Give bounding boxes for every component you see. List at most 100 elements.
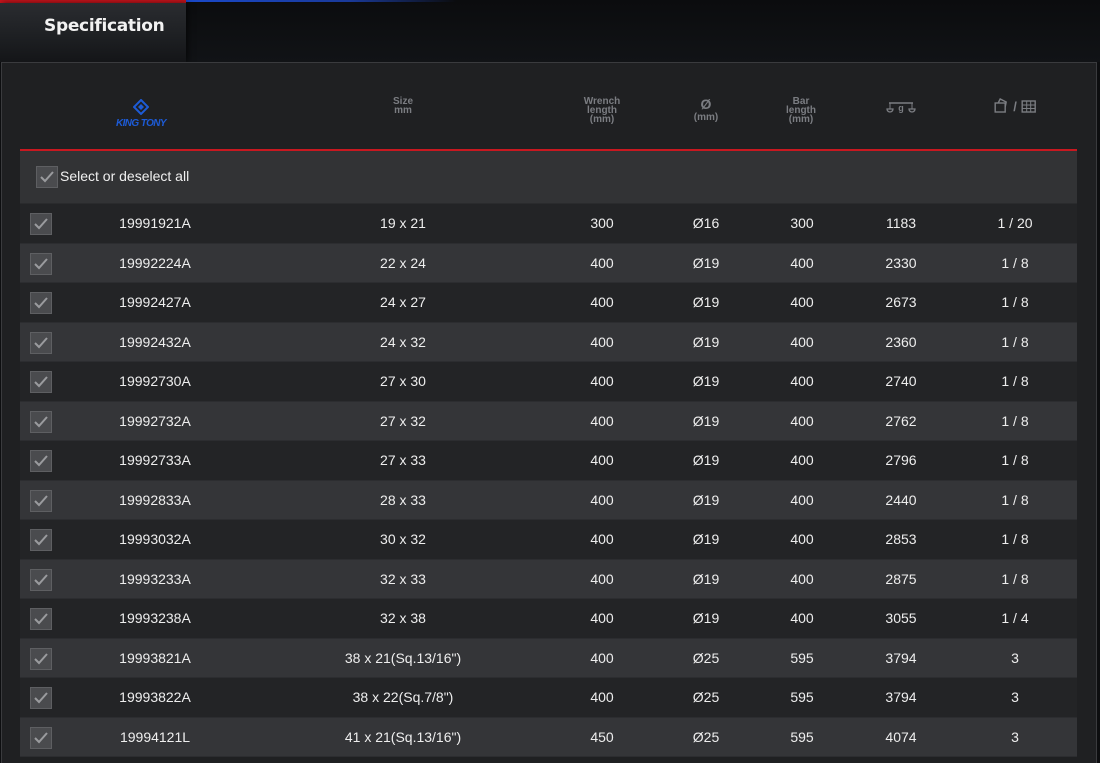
king-tony-logo-icon	[132, 98, 150, 116]
cell-wrench-length: 300	[590, 215, 614, 231]
cell-wrench-length: 400	[590, 610, 614, 626]
cell-size: 24 x 27	[380, 294, 426, 310]
cell-wrench-length: 400	[590, 570, 614, 587]
scale-icon: g	[886, 102, 916, 113]
cell-diameter: Ø19	[692, 452, 720, 468]
cell-size: 24 x 32	[380, 333, 426, 350]
check-icon	[34, 494, 48, 506]
cell-weight: 2740	[885, 373, 917, 389]
row-checkbox[interactable]	[30, 410, 52, 433]
table-row: 19992224A 22 x 24 400 Ø19 400 2330 1 / 8	[20, 243, 1077, 283]
row-checkbox[interactable]	[30, 608, 52, 630]
cell-pack: 3	[1011, 689, 1019, 705]
cell-weight: 3794	[885, 649, 917, 666]
brand-name: KING TONY	[116, 118, 167, 129]
cell-pack: 1 / 8	[1001, 254, 1029, 271]
cell-product-code: 19993821A	[119, 649, 191, 666]
cell-size: 38 x 22(Sq.7/8")	[352, 689, 454, 705]
top-bar: Specification	[0, 0, 1100, 62]
cell-product-code: 19992733A	[119, 452, 191, 468]
cell-weight: 2673	[885, 294, 917, 310]
cell-weight: 2440	[885, 491, 917, 508]
cell-weight: 2796	[885, 452, 917, 468]
cell-weight: 2762	[885, 412, 917, 429]
cell-bar-length: 400	[790, 491, 814, 508]
row-checkbox[interactable]	[30, 213, 52, 235]
cell-diameter: Ø19	[692, 333, 720, 350]
cell-weight: 2853	[885, 531, 917, 547]
row-checkbox[interactable]	[30, 568, 52, 591]
table-header: KING TONY Size mm Wrench length (mm) Ø (mm) …	[20, 63, 1077, 151]
row-checkbox[interactable]	[30, 252, 52, 275]
col-pack: /	[993, 98, 1037, 114]
col-bar-length: Bar length (mm)	[786, 96, 816, 125]
cell-product-code: 19992427A	[119, 294, 191, 310]
cell-bar-length: 400	[790, 610, 814, 626]
cell-bar-length: 400	[790, 254, 814, 271]
check-icon	[34, 573, 48, 585]
cell-pack: 1 / 8	[1001, 570, 1029, 587]
cell-product-code: 19993233A	[119, 570, 191, 587]
cell-diameter: Ø25	[692, 689, 720, 705]
col-weight: g	[886, 99, 916, 113]
cell-size: 28 x 33	[380, 491, 426, 508]
cell-diameter: Ø19	[692, 412, 720, 429]
cell-size: 19 x 21	[380, 215, 426, 231]
row-checkbox[interactable]	[30, 647, 52, 670]
select-all-label[interactable]: Select or deselect all	[60, 168, 189, 184]
cell-weight: 1183	[885, 215, 917, 231]
check-icon	[34, 652, 48, 664]
cell-pack: 1 / 8	[1001, 333, 1029, 350]
table-row: 19992833A 28 x 33 400 Ø19 400 2440 1 / 8	[20, 480, 1077, 520]
cell-wrench-length: 400	[590, 491, 614, 508]
package-box-icon	[1021, 100, 1036, 113]
check-icon	[34, 613, 48, 625]
select-all-checkbox[interactable]	[36, 166, 58, 188]
row-checkbox[interactable]	[30, 726, 52, 749]
cell-bar-length: 300	[790, 215, 814, 231]
row-checkbox[interactable]	[30, 687, 52, 709]
col-diameter: Ø (mm)	[693, 96, 719, 123]
check-icon	[34, 415, 48, 427]
cell-product-code: 19993822A	[119, 689, 191, 705]
svg-text:g: g	[898, 103, 904, 113]
row-checkbox[interactable]	[30, 489, 52, 512]
cell-product-code: 19994121L	[119, 728, 191, 745]
table-row: 19993822A 38 x 22(Sq.7/8") 400 Ø25 595 3794 3	[20, 678, 1077, 718]
cell-diameter: Ø19	[692, 610, 720, 626]
cell-bar-length: 400	[790, 531, 814, 547]
check-icon	[34, 336, 48, 348]
cell-wrench-length: 400	[590, 254, 614, 271]
row-checkbox[interactable]	[30, 371, 52, 393]
cell-size: 27 x 30	[380, 373, 426, 389]
cell-product-code: 19992432A	[119, 333, 191, 350]
cell-size: 38 x 21(Sq.13/16")	[344, 649, 462, 666]
table-row: 19992432A 24 x 32 400 Ø19 400 2360 1 / 8	[20, 322, 1077, 362]
cell-wrench-length: 400	[590, 649, 614, 666]
cell-size: 30 x 32	[380, 531, 426, 547]
cell-bar-length: 595	[790, 728, 814, 745]
tab-specification-label: Specification	[44, 16, 165, 36]
row-checkbox[interactable]	[30, 529, 52, 551]
row-checkbox[interactable]	[30, 331, 52, 354]
cell-pack: 1 / 8	[1001, 373, 1029, 389]
cell-bar-length: 400	[790, 412, 814, 429]
table-row: 19992733A 27 x 33 400 Ø19 400 2796 1 / 8	[20, 441, 1077, 481]
cell-pack: 1 / 8	[1001, 491, 1029, 508]
cell-wrench-length: 400	[590, 452, 614, 468]
check-icon	[34, 376, 48, 388]
row-checkbox[interactable]	[30, 292, 52, 314]
check-icon	[34, 731, 48, 743]
cell-product-code: 19991921A	[119, 215, 191, 231]
table-row: 19993238A 32 x 38 400 Ø19 400 3055 1 / 4	[20, 599, 1077, 639]
cell-pack: 1 / 20	[997, 215, 1033, 231]
cell-wrench-length: 400	[590, 373, 614, 389]
cell-pack: 3	[1011, 728, 1019, 745]
tab-specification[interactable]: Specification	[0, 3, 186, 62]
table-row: 19993821A 38 x 21(Sq.13/16") 400 Ø25 595 3794…	[20, 638, 1077, 678]
accent-line-blue	[186, 0, 456, 2]
cell-diameter: Ø25	[692, 728, 720, 745]
cell-size: 27 x 32	[380, 412, 426, 429]
check-icon	[34, 218, 48, 230]
row-checkbox[interactable]	[30, 450, 52, 472]
